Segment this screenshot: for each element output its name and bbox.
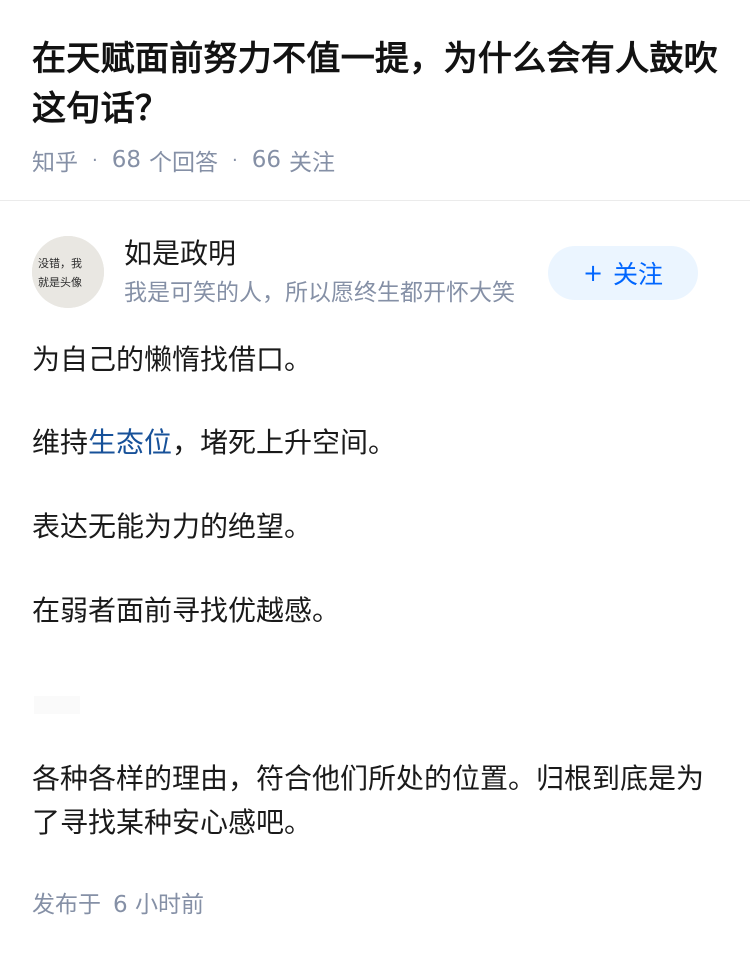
divider bbox=[0, 200, 750, 201]
answer-paragraph: 表达无能为力的绝望。 bbox=[32, 510, 313, 543]
topic-link[interactable]: 生态位 bbox=[88, 426, 172, 459]
publish-time-value: 6 小时前 bbox=[113, 892, 204, 918]
avatar[interactable]: 没错，我 就是头像 bbox=[32, 236, 104, 308]
avatar-handwriting-image: 没错，我 就是头像 bbox=[32, 236, 104, 308]
answer-count: 68 bbox=[111, 147, 142, 173]
follow-button-label: 关注 bbox=[613, 260, 664, 289]
answer-text: 维持 bbox=[32, 426, 89, 459]
faint-image-placeholder bbox=[34, 696, 80, 714]
plus-icon: + bbox=[582, 259, 604, 287]
author-name[interactable]: 如是政明 bbox=[124, 236, 236, 272]
publish-time: 发布于 6 小时前 bbox=[32, 888, 204, 922]
answer-paragraph: 为自己的懒惰找借口。 bbox=[32, 343, 313, 376]
meta-separator: · bbox=[232, 149, 238, 171]
svg-text:没错，我: 没错，我 bbox=[38, 256, 82, 270]
source-label[interactable]: 知乎 bbox=[32, 143, 78, 177]
answer-count-label[interactable]: 个回答 bbox=[149, 143, 218, 177]
answer-text: ，堵死上升空间。 bbox=[172, 426, 397, 459]
answer-paragraph: 在弱者面前寻找优越感。 bbox=[32, 594, 341, 627]
question-title[interactable]: 在天赋面前努力不值一提，为什么会有人鼓吹这句话？ bbox=[32, 34, 732, 134]
svg-text:就是头像: 就是头像 bbox=[38, 275, 82, 289]
follower-count-label[interactable]: 关注 bbox=[289, 143, 335, 177]
answer-paragraph: 各种各样的理由，符合他们所处的位置。归根到底是为了寻找某种安心感吧。 bbox=[32, 762, 705, 839]
follower-count: 66 bbox=[251, 147, 282, 173]
answer-paragraph: 维持生态位，堵死上升空间。 bbox=[32, 421, 722, 465]
author-bio: 我是可笑的人，所以愿终生都开怀大笑 bbox=[124, 280, 515, 306]
meta-separator: · bbox=[92, 149, 98, 171]
follow-button[interactable]: + 关注 bbox=[548, 246, 698, 300]
question-meta: 知乎 · 68 个回答 · 66 关注 bbox=[32, 143, 335, 177]
publish-label: 发布于 bbox=[32, 892, 101, 918]
